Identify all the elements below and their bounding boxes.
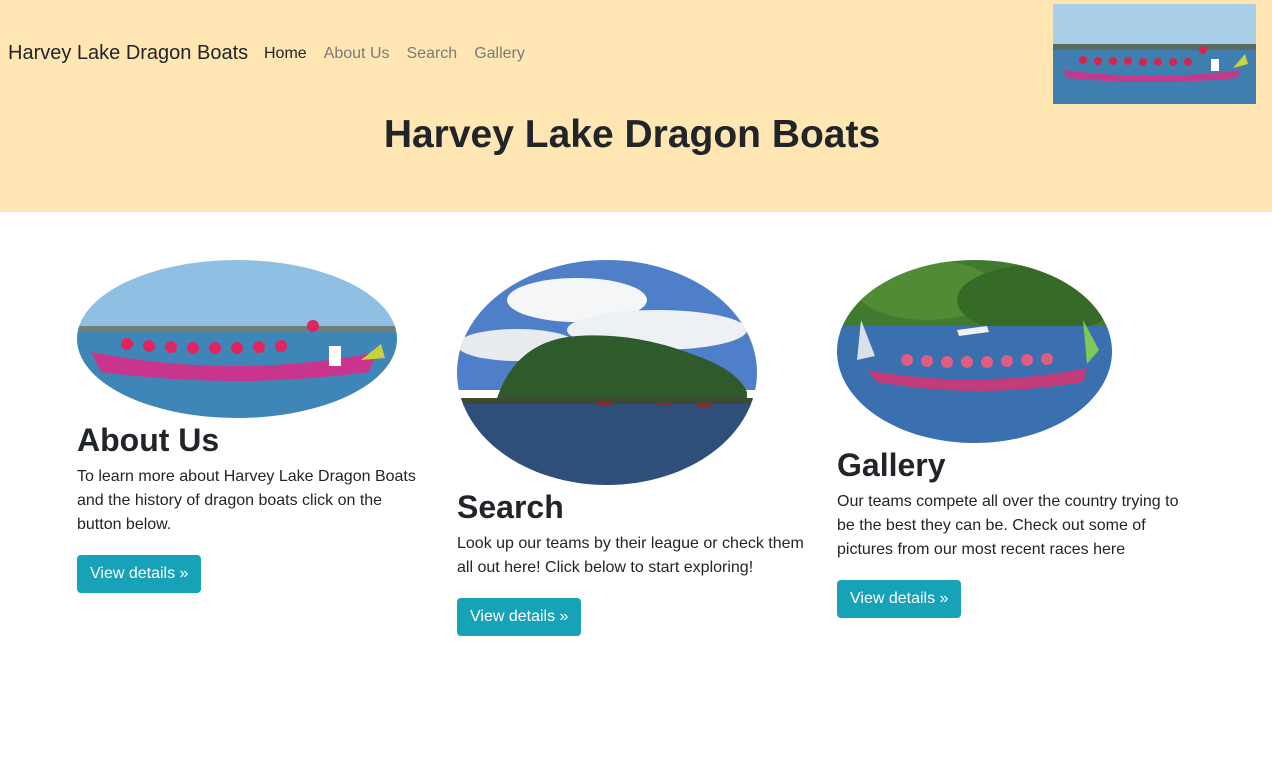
search-island-photo — [457, 260, 757, 485]
card-title-about-us: About Us — [77, 422, 220, 458]
card-title-search: Search — [457, 489, 564, 525]
nav-link-gallery[interactable]: Gallery — [474, 45, 525, 63]
header-boat-photo — [1053, 4, 1256, 104]
gallery-boat-photo — [837, 260, 1112, 443]
nav-link-home[interactable]: Home — [264, 45, 307, 63]
card-gallery: Gallery Our teams compete all over the c… — [837, 260, 1192, 618]
header: Harvey Lake Dragon Boats Home About Us S… — [0, 0, 1272, 212]
navbar-links: Home About Us Search Gallery — [264, 45, 542, 63]
card-about-us: About Us To learn more about Harvey Lake… — [77, 260, 422, 593]
view-details-button-about-us[interactable]: View details » — [77, 554, 202, 593]
nav-link-about-us[interactable]: About Us — [324, 45, 390, 63]
card-title-gallery: Gallery — [837, 447, 946, 483]
view-details-button-search[interactable]: View details » — [457, 597, 582, 636]
card-text-search: Look up our teams by their league or che… — [457, 534, 804, 576]
card-text-gallery: Our teams compete all over the country t… — [837, 492, 1179, 558]
view-details-button-gallery[interactable]: View details » — [837, 579, 962, 618]
card-text-about-us: To learn more about Harvey Lake Dragon B… — [77, 467, 416, 533]
navbar-brand[interactable]: Harvey Lake Dragon Boats — [8, 42, 248, 65]
card-search: Search Look up our teams by their league… — [457, 260, 812, 636]
nav-link-search[interactable]: Search — [407, 45, 458, 63]
about-us-boat-photo — [77, 260, 397, 418]
page-title: Harvey Lake Dragon Boats — [383, 113, 881, 156]
